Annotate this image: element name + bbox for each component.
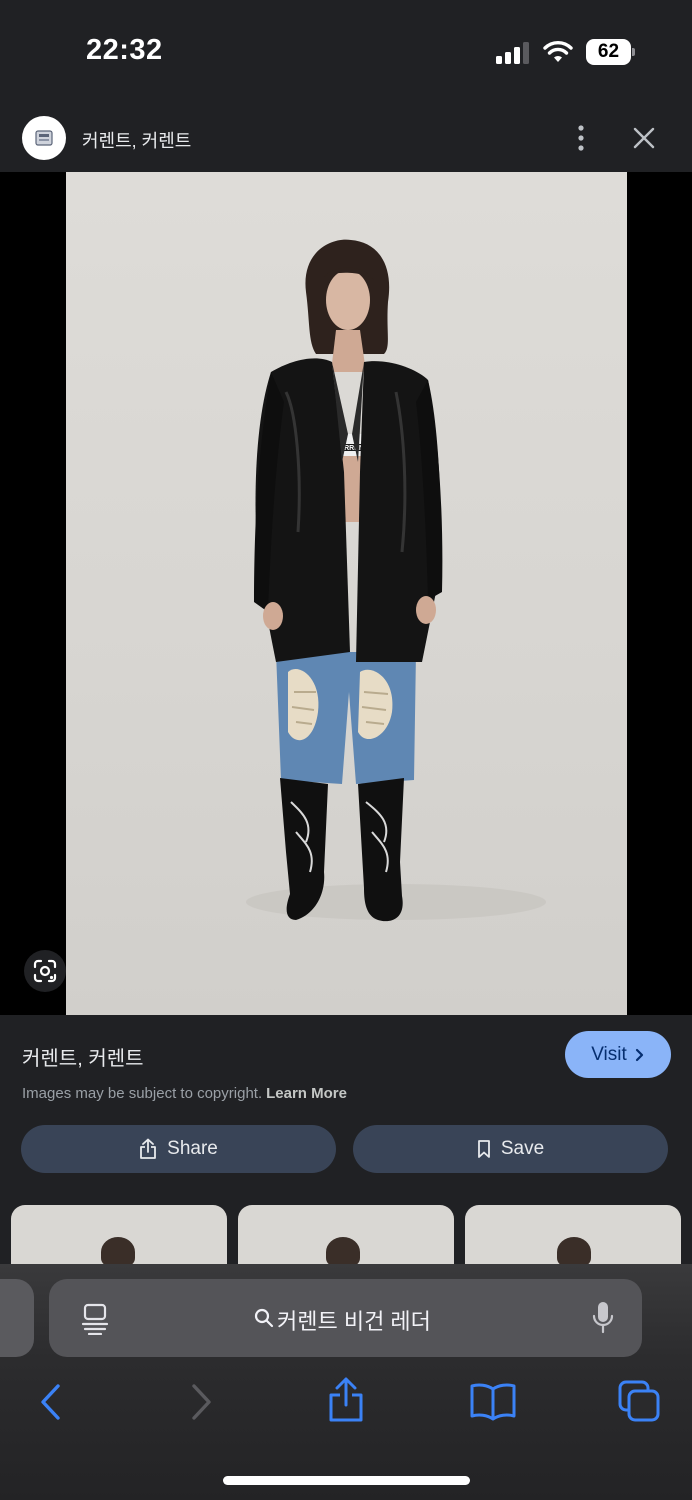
- tabs-icon[interactable]: [618, 1380, 660, 1422]
- related-image-thumbnail[interactable]: [465, 1205, 681, 1265]
- learn-more-link[interactable]: Learn More: [266, 1085, 347, 1102]
- battery-icon: 62: [586, 39, 636, 65]
- image-title: 커렌트, 커렌트: [22, 1048, 144, 1070]
- fashion-photo[interactable]: CURREN: [66, 172, 627, 1015]
- lens-icon: [33, 959, 57, 983]
- share-icon: [140, 1138, 157, 1159]
- image-info-panel: 커렌트, 커렌트 Visit Images may be subject to …: [0, 1015, 692, 1265]
- favicon-icon: [35, 130, 53, 146]
- status-time: 22:32: [86, 34, 163, 66]
- copyright-text: Images may be subject to copyright.: [22, 1085, 263, 1102]
- search-icon: [254, 1308, 274, 1328]
- cellular-signal-icon: [496, 42, 529, 64]
- chevron-right-icon: [635, 1048, 643, 1061]
- bookmark-icon: [477, 1140, 490, 1158]
- save-label: Save: [500, 1138, 545, 1159]
- share-label: Share: [167, 1138, 218, 1159]
- status-bar: 22:32 62: [0, 0, 692, 100]
- search-query-text: 커렌트 비건 레더: [277, 1309, 431, 1334]
- google-lens-button[interactable]: [24, 950, 66, 992]
- share-sheet-icon[interactable]: [327, 1377, 365, 1423]
- forward-arrow-icon[interactable]: [188, 1382, 214, 1422]
- more-options-icon[interactable]: [570, 124, 592, 152]
- share-button[interactable]: Share: [21, 1125, 336, 1173]
- page-menu-icon[interactable]: [81, 1303, 109, 1335]
- back-arrow-icon[interactable]: [38, 1382, 64, 1422]
- save-button[interactable]: Save: [353, 1125, 668, 1173]
- microphone-icon[interactable]: [592, 1301, 614, 1335]
- site-favicon: [22, 116, 66, 160]
- copyright-notice: Images may be subject to copyright. Learn…: [22, 1085, 347, 1102]
- related-image-thumbnail[interactable]: [238, 1205, 454, 1265]
- battery-level: 62: [597, 41, 620, 62]
- related-image-thumbnail[interactable]: [11, 1205, 227, 1265]
- home-indicator: [223, 1476, 470, 1485]
- visit-button[interactable]: Visit: [565, 1031, 671, 1078]
- bookmarks-icon[interactable]: [470, 1382, 516, 1422]
- wifi-icon: [543, 41, 573, 62]
- address-bar[interactable]: 커렌트 비건 레더: [49, 1279, 642, 1357]
- site-name[interactable]: 커렌트, 커렌트: [82, 127, 191, 153]
- previous-tab-preview[interactable]: [0, 1279, 34, 1357]
- model-illustration: CURREN: [246, 239, 546, 922]
- close-icon[interactable]: [632, 126, 656, 150]
- image-viewer-header: 커렌트, 커렌트: [0, 100, 692, 172]
- image-preview: CURREN: [0, 172, 692, 1015]
- visit-label: Visit: [591, 1043, 627, 1065]
